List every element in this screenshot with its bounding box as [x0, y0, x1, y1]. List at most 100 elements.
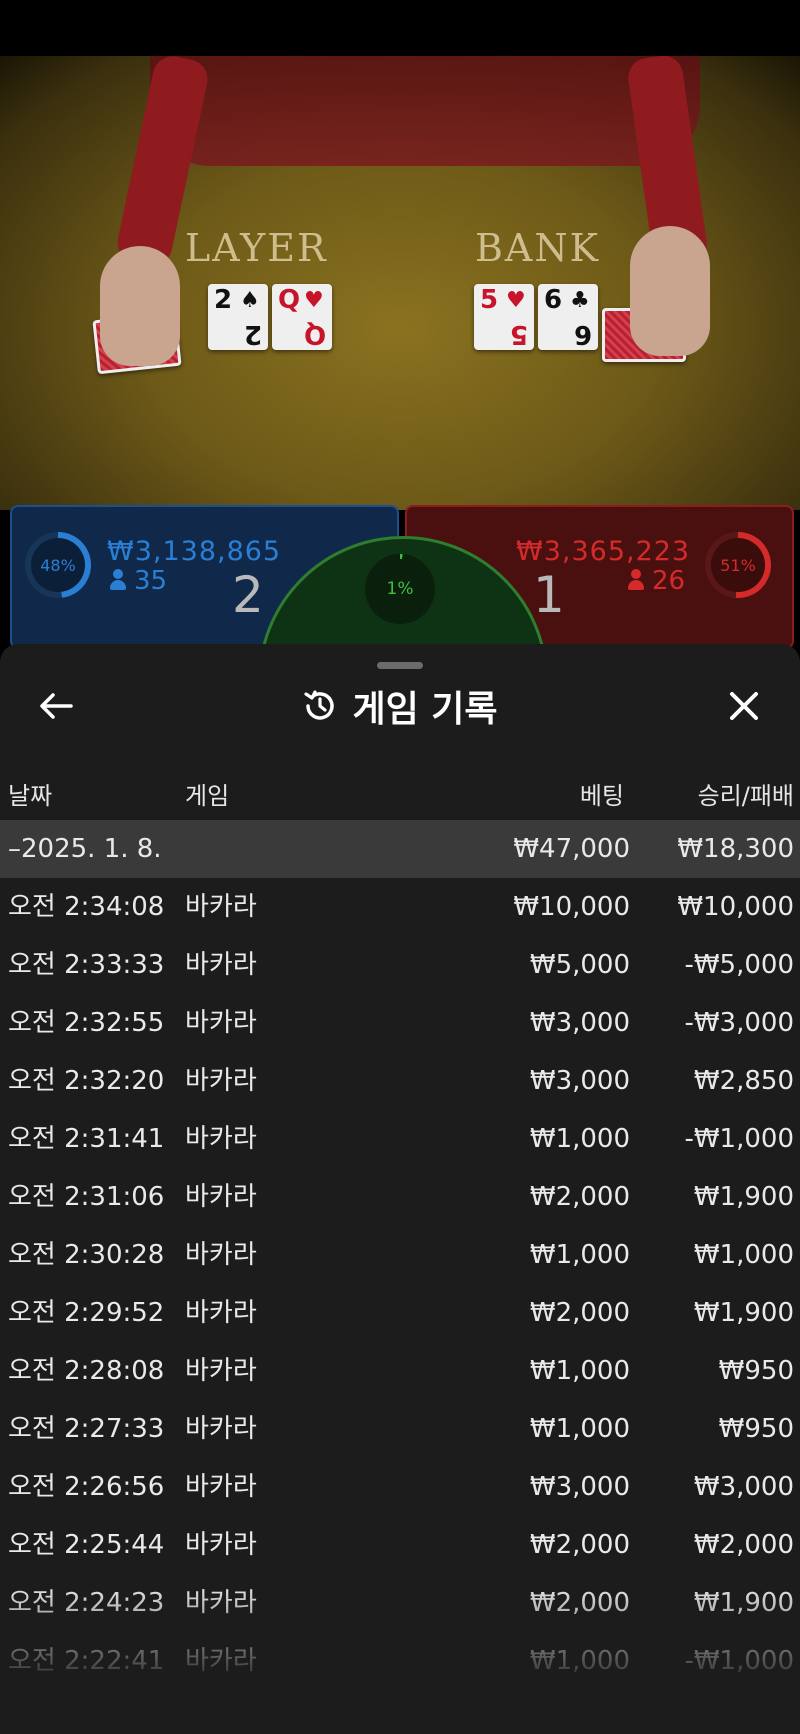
player-bet-amount: ₩3,138,865: [107, 536, 282, 567]
column-header-date: 날짜: [8, 782, 53, 810]
table-row[interactable]: 오전 2:25:44 바카라 ₩2,000 ₩2,000: [0, 1516, 800, 1574]
row-game: 바카라: [185, 1008, 257, 1038]
player-score: 2: [232, 566, 264, 624]
table-row[interactable]: 오전 2:22:41 바카라 ₩1,000 -₩1,000: [0, 1632, 800, 1690]
tie-percent: 1%: [386, 579, 414, 599]
user-icon: [110, 569, 126, 591]
row-result: ₩10,000: [677, 892, 794, 922]
column-header-game: 게임: [185, 782, 230, 810]
row-time: 오전 2:32:55: [8, 1008, 165, 1038]
history-header: 게임 기록: [0, 684, 800, 730]
table-row[interactable]: 오전 2:24:23 바카라 ₩2,000 ₩1,900: [0, 1574, 800, 1632]
row-bet: ₩2,000: [529, 1298, 630, 1328]
player-bettor-count: 35: [110, 566, 167, 596]
table-row[interactable]: 오전 2:30:28 바카라 ₩1,000 ₩1,000: [0, 1226, 800, 1284]
column-header-result: 승리/패배: [697, 782, 794, 810]
page-title: 게임 기록: [352, 689, 498, 730]
row-game: 바카라: [185, 1066, 257, 1096]
row-game: 바카라: [185, 892, 257, 922]
row-time: 오전 2:24:23: [8, 1588, 165, 1618]
row-bet: ₩10,000: [513, 892, 630, 922]
row-game: 바카라: [185, 950, 257, 980]
row-bet: ₩5,000: [529, 950, 630, 980]
row-time: 오전 2:22:41: [8, 1646, 165, 1676]
table-row[interactable]: 오전 2:32:55 바카라 ₩3,000 -₩3,000: [0, 994, 800, 1052]
row-time: 오전 2:29:52: [8, 1298, 165, 1328]
row-game: 바카라: [185, 1240, 257, 1270]
row-game: 바카라: [185, 1298, 257, 1328]
row-game: 바카라: [185, 1472, 257, 1502]
column-header-bet: 베팅: [579, 782, 624, 810]
row-bet: ₩2,000: [529, 1530, 630, 1560]
row-result: ₩2,850: [693, 1066, 794, 1096]
summary-date: –2025. 1. 8.: [8, 834, 162, 864]
row-time: 오전 2:27:33: [8, 1414, 165, 1444]
row-result: ₩950: [718, 1414, 794, 1444]
player-card-1: 2 ♠ 2: [208, 284, 268, 350]
row-result: ₩950: [718, 1356, 794, 1386]
row-bet: ₩1,000: [529, 1646, 630, 1676]
row-result: ₩1,900: [693, 1298, 794, 1328]
row-result: ₩2,000: [693, 1530, 794, 1560]
row-time: 오전 2:25:44: [8, 1530, 165, 1560]
banker-score: 1: [533, 566, 565, 624]
row-game: 바카라: [185, 1414, 257, 1444]
row-time: 오전 2:31:06: [8, 1182, 165, 1212]
date-summary-row[interactable]: –2025. 1. 8. ₩47,000 ₩18,300: [0, 820, 800, 878]
table-row[interactable]: 오전 2:33:33 바카라 ₩5,000 -₩5,000: [0, 936, 800, 994]
row-result: -₩5,000: [684, 950, 794, 980]
row-result: -₩1,000: [684, 1124, 794, 1154]
banker-card-2: 6 ♣ 6: [538, 284, 598, 350]
row-result: ₩1,900: [693, 1588, 794, 1618]
table-row[interactable]: 오전 2:31:41 바카라 ₩1,000 -₩1,000: [0, 1110, 800, 1168]
table-row[interactable]: 오전 2:32:20 바카라 ₩3,000 ₩2,850: [0, 1052, 800, 1110]
live-video-feed: LAYER BANK 2 ♠ 2 Q ♥ Q 5 ♥ 5 6 ♣ 6: [0, 56, 800, 510]
dealer-left-hand: [100, 246, 180, 366]
row-time: 오전 2:30:28: [8, 1240, 165, 1270]
heart-icon: ♥: [304, 288, 324, 313]
row-result: ₩3,000: [693, 1472, 794, 1502]
row-result: ₩1,000: [693, 1240, 794, 1270]
row-game: 바카라: [185, 1356, 257, 1386]
table-row[interactable]: 오전 2:34:08 바카라 ₩10,000 ₩10,000: [0, 878, 800, 936]
table-row[interactable]: 오전 2:27:33 바카라 ₩1,000 ₩950: [0, 1400, 800, 1458]
row-time: 오전 2:33:33: [8, 950, 165, 980]
banker-bet-amount: ₩3,365,223: [516, 536, 691, 567]
dealer-torso: [150, 56, 700, 166]
row-result: ₩1,900: [693, 1182, 794, 1212]
banker-card-1: 5 ♥ 5: [474, 284, 534, 350]
summary-bet: ₩47,000: [513, 834, 630, 864]
game-history-sheet: 게임 기록 날짜 게임 베팅 승리/패배 –2025. 1. 8. ₩47,00…: [0, 644, 800, 1734]
row-game: 바카라: [185, 1646, 257, 1676]
row-time: 오전 2:31:41: [8, 1124, 165, 1154]
banker-bettor-count: 26: [628, 566, 685, 596]
row-time: 오전 2:34:08: [8, 892, 165, 922]
table-row[interactable]: 오전 2:26:56 바카라 ₩3,000 ₩3,000: [0, 1458, 800, 1516]
spade-icon: ♠: [240, 288, 260, 313]
row-game: 바카라: [185, 1588, 257, 1618]
row-bet: ₩3,000: [529, 1472, 630, 1502]
club-icon: ♣: [570, 288, 590, 313]
banker-percent-ring: 51%: [705, 532, 771, 598]
table-row[interactable]: 오전 2:31:06 바카라 ₩2,000 ₩1,900: [0, 1168, 800, 1226]
table-row[interactable]: 오전 2:29:52 바카라 ₩2,000 ₩1,900: [0, 1284, 800, 1342]
row-game: 바카라: [185, 1530, 257, 1560]
row-bet: ₩1,000: [529, 1240, 630, 1270]
table-player-label: LAYER: [185, 226, 328, 270]
sheet-drag-handle[interactable]: [377, 662, 423, 669]
row-bet: ₩3,000: [529, 1008, 630, 1038]
row-bet: ₩2,000: [529, 1588, 630, 1618]
row-time: 오전 2:26:56: [8, 1472, 165, 1502]
close-icon: [730, 692, 758, 720]
row-result: -₩1,000: [684, 1646, 794, 1676]
row-bet: ₩3,000: [529, 1066, 630, 1096]
close-button[interactable]: [724, 686, 764, 726]
row-bet: ₩2,000: [529, 1182, 630, 1212]
summary-result: ₩18,300: [677, 834, 794, 864]
row-time: 오전 2:32:20: [8, 1066, 165, 1096]
table-row[interactable]: 오전 2:28:08 바카라 ₩1,000 ₩950: [0, 1342, 800, 1400]
player-card-2: Q ♥ Q: [272, 284, 332, 350]
player-percent: 48%: [31, 538, 85, 592]
row-bet: ₩1,000: [529, 1414, 630, 1444]
player-percent-ring: 48%: [25, 532, 91, 598]
